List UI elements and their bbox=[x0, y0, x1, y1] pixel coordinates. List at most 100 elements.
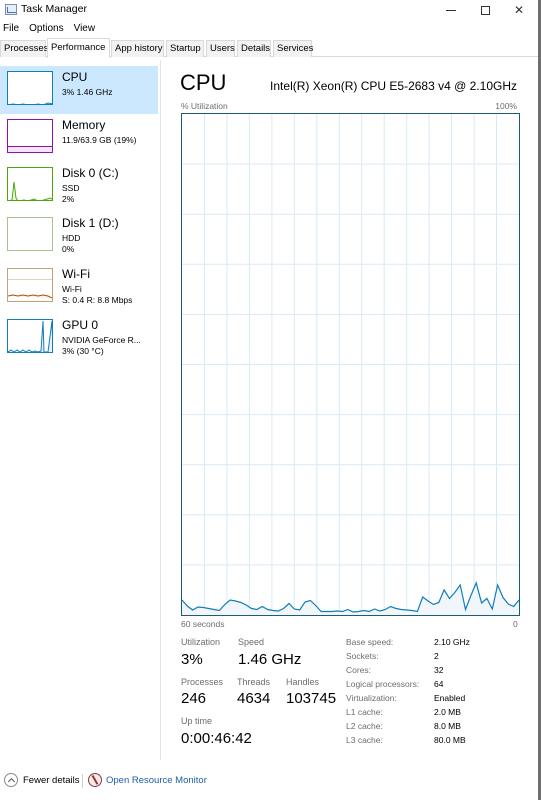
resource-monitor-icon[interactable] bbox=[88, 773, 102, 787]
wifi-thumbnail-graph bbox=[7, 268, 53, 302]
spec-value: 32 bbox=[434, 665, 444, 675]
sidebar-disk1-usage: 0% bbox=[62, 244, 75, 254]
gpu0-thumbnail-graph bbox=[7, 319, 53, 353]
y-axis-max-label: 100% bbox=[495, 101, 517, 111]
sidebar-item-disk1[interactable]: Disk 1 (D:) HDD 0% bbox=[0, 212, 158, 260]
sidebar-disk1-title: Disk 1 (D:) bbox=[62, 216, 119, 230]
spec-value: 2 bbox=[434, 651, 439, 661]
minimize-button[interactable] bbox=[434, 0, 468, 20]
spec-label: Base speed: bbox=[346, 637, 394, 647]
sidebar-gpu0-title: GPU 0 bbox=[62, 318, 99, 332]
footer-separator bbox=[82, 774, 83, 788]
open-resource-monitor-link[interactable]: Open Resource Monitor bbox=[106, 775, 207, 786]
sidebar-item-disk0[interactable]: Disk 0 (C:) SSD 2% bbox=[0, 162, 158, 210]
spec-label: L1 cache: bbox=[346, 707, 383, 717]
menu-options[interactable]: Options bbox=[26, 20, 68, 38]
gpu0-thumbnail-line bbox=[8, 320, 52, 352]
tab-users[interactable]: Users bbox=[206, 40, 235, 57]
sidebar-item-cpu[interactable]: CPU 3% 1.46 GHz bbox=[0, 66, 158, 114]
sidebar-cpu-title: CPU bbox=[62, 70, 88, 84]
task-manager-window: Task Manager ✕ File Options View Process… bbox=[0, 0, 541, 800]
sidebar-item-memory[interactable]: Memory 11.9/63.9 GB (19%) bbox=[0, 114, 158, 162]
uptime-label: Up time bbox=[181, 716, 213, 726]
sidebar-disk1-type: HDD bbox=[62, 233, 81, 243]
maximize-icon bbox=[480, 5, 490, 15]
threads-value: 4634 bbox=[237, 690, 271, 707]
cpu-chart-svg bbox=[182, 114, 519, 615]
sidebar-cpu-sub: 3% 1.46 GHz bbox=[62, 87, 113, 97]
sidebar-memory-sub: 11.9/63.9 GB (19%) bbox=[62, 135, 137, 145]
footer-bar: Fewer details Open Resource Monitor bbox=[0, 770, 538, 794]
spec-value: Enabled bbox=[434, 693, 466, 703]
utilization-value: 3% bbox=[181, 651, 203, 668]
sidebar-wifi-title: Wi-Fi bbox=[62, 267, 90, 281]
spec-value: 2.0 MB bbox=[434, 707, 461, 717]
window-title: Task Manager bbox=[21, 3, 87, 15]
y-axis-label: % Utilization bbox=[181, 101, 228, 111]
sidebar-gpu0-model: NVIDIA GeForce R... bbox=[62, 335, 141, 345]
tab-startup[interactable]: Startup bbox=[166, 40, 204, 57]
disk0-thumbnail-line bbox=[9, 181, 52, 200]
cpu-thumbnail-line bbox=[10, 102, 52, 104]
handles-value: 103745 bbox=[286, 690, 337, 707]
chevron-up-circle-icon[interactable] bbox=[4, 773, 18, 787]
speed-value: 1.46 GHz bbox=[238, 651, 302, 668]
handles-label: Handles bbox=[286, 677, 320, 687]
sidebar-disk0-title: Disk 0 (C:) bbox=[62, 166, 119, 180]
wifi-grid-line bbox=[8, 279, 52, 280]
spec-value: 80.0 MB bbox=[434, 735, 466, 745]
sidebar-divider bbox=[160, 60, 161, 760]
tab-services[interactable]: Services bbox=[273, 40, 313, 57]
tab-details[interactable]: Details bbox=[237, 40, 271, 57]
processes-value: 246 bbox=[181, 690, 207, 707]
spec-label: Logical processors: bbox=[346, 679, 420, 689]
utilization-label: Utilization bbox=[181, 637, 221, 647]
sidebar-memory-title: Memory bbox=[62, 118, 106, 132]
sidebar-disk0-usage: 2% bbox=[62, 194, 75, 204]
page-title: CPU bbox=[180, 70, 227, 95]
speed-label: Speed bbox=[238, 637, 265, 647]
tab-processes[interactable]: Processes bbox=[0, 40, 48, 57]
spec-label: Virtualization: bbox=[346, 693, 397, 703]
spec-value: 8.0 MB bbox=[434, 721, 461, 731]
tab-bar: Processes Performance App history Startu… bbox=[0, 38, 538, 58]
cpu-thumbnail-graph bbox=[7, 71, 53, 105]
spec-label: L2 cache: bbox=[346, 721, 383, 731]
threads-label: Threads bbox=[237, 677, 271, 687]
menu-bar: File Options View bbox=[0, 20, 102, 38]
tab-performance[interactable]: Performance bbox=[47, 38, 110, 58]
x-axis-left-label: 60 seconds bbox=[181, 619, 225, 629]
cpu-utilization-chart bbox=[181, 113, 520, 616]
sidebar-disk0-type: SSD bbox=[62, 183, 80, 193]
spec-value: 64 bbox=[434, 679, 444, 689]
memory-fill bbox=[8, 146, 52, 152]
close-icon: ✕ bbox=[513, 3, 525, 17]
spec-label: Sockets: bbox=[346, 651, 379, 661]
fewer-details-button[interactable]: Fewer details bbox=[23, 775, 80, 786]
maximize-button[interactable] bbox=[468, 0, 502, 20]
tab-app-history[interactable]: App history bbox=[111, 40, 164, 57]
sidebar-item-gpu0[interactable]: GPU 0 NVIDIA GeForce R... 3% (30 °C) bbox=[0, 314, 158, 362]
sidebar-wifi-adapter: Wi-Fi bbox=[62, 284, 82, 294]
x-axis-right-label: 0 bbox=[513, 619, 518, 629]
memory-thumbnail-graph bbox=[7, 119, 53, 153]
wifi-thumbnail-line bbox=[8, 294, 52, 299]
menu-file[interactable]: File bbox=[0, 20, 24, 38]
sidebar-item-wifi[interactable]: Wi-Fi Wi-Fi S: 0.4 R: 8.8 Mbps bbox=[0, 263, 158, 311]
disk0-thumbnail-graph bbox=[7, 167, 53, 201]
disk1-thumbnail-graph bbox=[7, 217, 53, 251]
title-bar[interactable]: Task Manager ✕ bbox=[0, 0, 538, 20]
sidebar-wifi-throughput: S: 0.4 R: 8.8 Mbps bbox=[62, 295, 133, 305]
spec-label: Cores: bbox=[346, 665, 372, 675]
minimize-icon bbox=[446, 9, 456, 11]
uptime-value: 0:00:46:42 bbox=[181, 730, 252, 747]
spec-value: 2.10 GHz bbox=[434, 637, 470, 647]
close-button[interactable]: ✕ bbox=[502, 0, 536, 20]
task-manager-app-icon bbox=[5, 4, 17, 15]
resource-sidebar: CPU 3% 1.46 GHz Memory 11.9/63.9 GB (19%… bbox=[0, 62, 159, 762]
spec-label: L3 cache: bbox=[346, 735, 383, 745]
cpu-model-name: Intel(R) Xeon(R) CPU E5-2683 v4 @ 2.10GH… bbox=[270, 79, 517, 93]
sidebar-gpu0-usage: 3% (30 °C) bbox=[62, 346, 104, 356]
processes-label: Processes bbox=[181, 677, 224, 687]
menu-view[interactable]: View bbox=[71, 20, 101, 38]
